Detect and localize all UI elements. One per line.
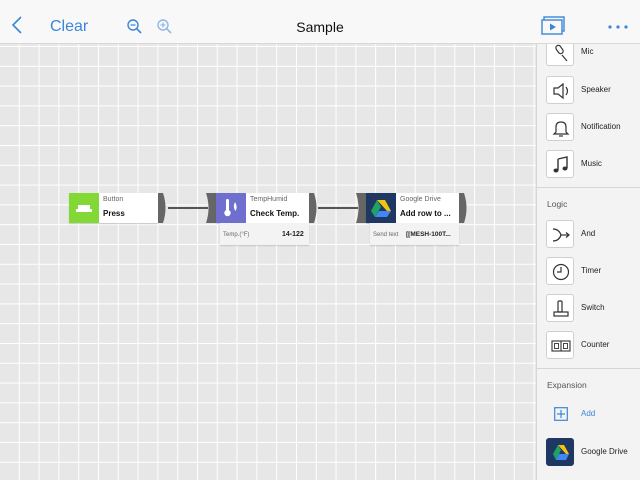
thermometer-icon xyxy=(216,193,246,223)
palette-item-label: And xyxy=(581,229,596,238)
bell-icon xyxy=(552,121,570,137)
palette-item-label: Notification xyxy=(581,122,621,131)
palette-item-google-drive[interactable]: Google Drive xyxy=(537,436,640,470)
palette-item-add[interactable]: Add xyxy=(537,398,640,432)
google-drive-icon xyxy=(366,193,396,223)
palette-item-label: Speaker xyxy=(581,85,611,94)
param-label: Send text xyxy=(373,232,399,238)
block-type-label: Button xyxy=(103,196,124,203)
palette-item-label: Music xyxy=(581,159,602,168)
output-connector[interactable] xyxy=(158,193,168,223)
block-action-label: Add row to ... xyxy=(400,209,451,218)
palette-item-label: Timer xyxy=(581,266,602,275)
speaker-icon xyxy=(553,82,569,100)
block-palette[interactable]: Mic Speaker Notification Music Logic And… xyxy=(536,44,640,480)
top-toolbar: Clear Sample xyxy=(0,0,640,44)
section-divider xyxy=(537,187,640,188)
palette-item-notification[interactable]: Notification xyxy=(537,111,640,145)
block-action-label: Check Temp. xyxy=(250,209,300,218)
section-title-expansion: Expansion xyxy=(547,380,587,390)
output-connector[interactable] xyxy=(309,193,319,223)
palette-item-label: Counter xyxy=(581,340,610,349)
block-type-label: TempHumid xyxy=(250,196,288,203)
google-drive-icon xyxy=(553,445,569,460)
palette-item-label: Switch xyxy=(581,303,605,312)
palette-item-and[interactable]: And xyxy=(537,218,640,252)
clock-icon xyxy=(552,263,570,281)
section-divider xyxy=(537,368,640,369)
zoom-in-icon[interactable] xyxy=(156,18,174,36)
clear-button[interactable]: Clear xyxy=(50,18,88,36)
wire-temphumid-gdrive xyxy=(318,207,358,209)
counter-icon xyxy=(551,340,571,352)
palette-item-label: Google Drive xyxy=(581,447,628,456)
palette-item-label: Mic xyxy=(581,47,594,56)
palette-item-mic[interactable]: Mic xyxy=(537,44,640,70)
more-icon[interactable] xyxy=(606,18,630,34)
palette-item-speaker[interactable]: Speaker xyxy=(537,74,640,108)
param-value: [[MESH-100T... xyxy=(406,231,451,238)
palette-item-counter[interactable]: Counter xyxy=(537,329,640,363)
chevron-left-icon[interactable] xyxy=(10,15,24,35)
zoom-out-icon[interactable] xyxy=(126,18,144,36)
output-connector[interactable] xyxy=(459,193,469,223)
param-label: Temp.(°F) xyxy=(223,232,250,238)
music-icon xyxy=(553,156,568,173)
palette-item-label: Add xyxy=(581,409,596,418)
button-icon xyxy=(69,193,99,223)
presentation-icon[interactable] xyxy=(541,16,565,36)
input-connector[interactable] xyxy=(356,193,366,223)
input-connector[interactable] xyxy=(206,193,216,223)
block-header: TempHumid Check Temp. xyxy=(216,193,309,223)
palette-item-switch[interactable]: Switch xyxy=(537,292,640,326)
block-header: Button Press xyxy=(69,193,158,223)
add-icon xyxy=(554,407,568,421)
block-parameter[interactable]: Send text [[MESH-100T... xyxy=(370,223,459,245)
switch-icon xyxy=(553,300,569,317)
palette-item-timer[interactable]: Timer xyxy=(537,255,640,289)
block-parameter[interactable]: Temp.(°F) 14-122 xyxy=(220,223,309,245)
block-type-label: Google Drive xyxy=(400,196,441,203)
param-value: 14-122 xyxy=(282,231,304,238)
wire-button-temphumid xyxy=(168,207,208,209)
recipe-canvas[interactable]: Button Press TempHumid Check Temp. Temp.… xyxy=(0,44,536,480)
and-icon xyxy=(552,228,570,242)
palette-item-music[interactable]: Music xyxy=(537,148,640,182)
block-action-label: Press xyxy=(103,209,125,218)
mic-icon xyxy=(555,44,568,62)
block-header: Google Drive Add row to ... xyxy=(366,193,459,223)
section-title-logic: Logic xyxy=(547,199,568,209)
